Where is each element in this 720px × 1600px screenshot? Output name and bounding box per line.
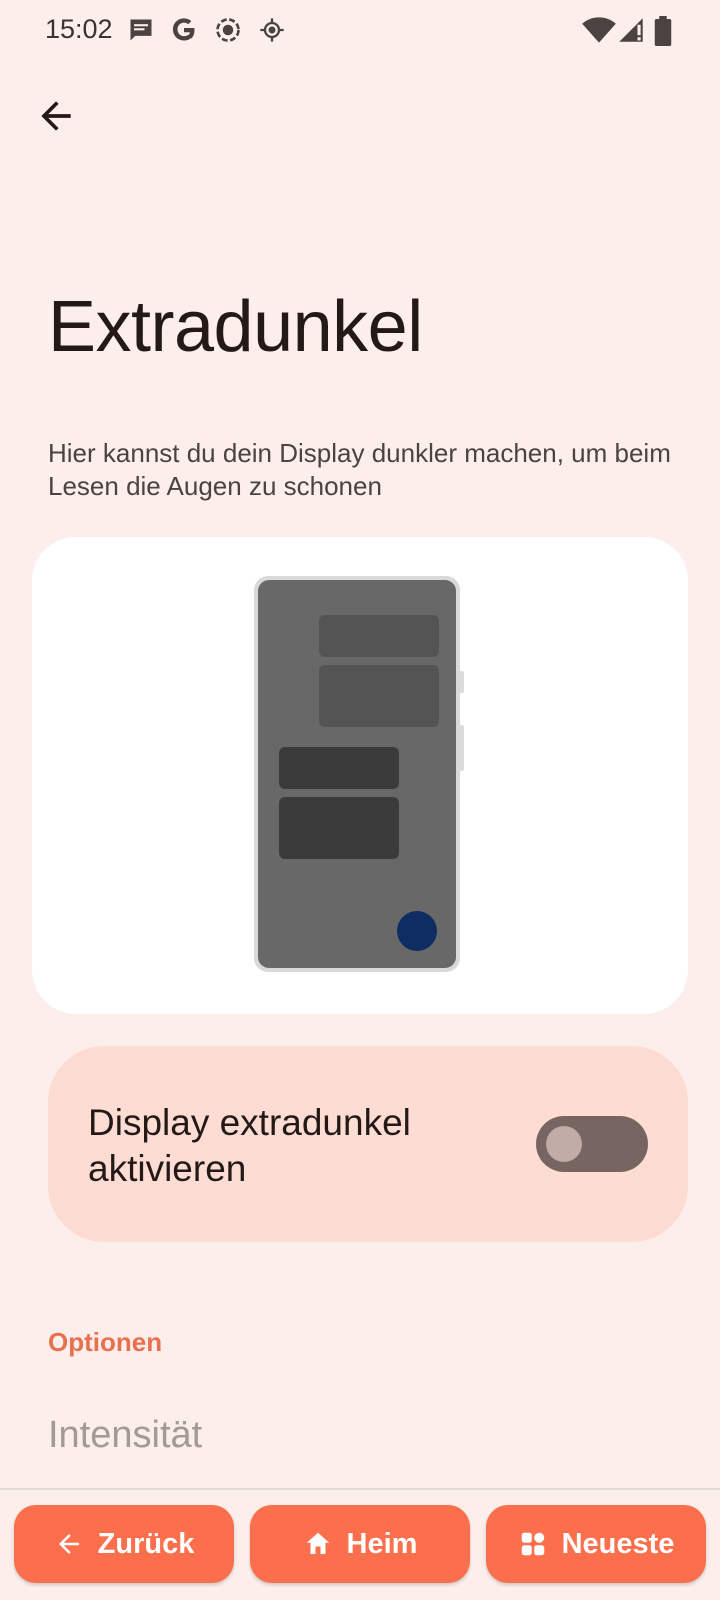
- options-section-header: Optionen: [48, 1327, 163, 1357]
- nav-home-label: Heim: [346, 1527, 418, 1560]
- message-icon: [130, 19, 152, 41]
- extra-dim-switch[interactable]: [536, 1116, 648, 1172]
- nav-home-button[interactable]: Heim: [250, 1505, 470, 1583]
- nav-recents-label: Neueste: [561, 1527, 675, 1560]
- arrow-left-icon: [58, 1534, 79, 1554]
- page-description: Hier kannst du dein Display dunkler mach…: [48, 438, 671, 501]
- phone-preview-illustration: [254, 576, 464, 972]
- page-title: Extradunkel: [48, 287, 423, 367]
- status-bar: 15:02: [0, 0, 720, 62]
- google-icon: [172, 18, 195, 41]
- status-time: 15:02: [45, 14, 113, 44]
- nav-back-button[interactable]: Zurück: [14, 1505, 234, 1583]
- toggle-label: Display extradunkel aktivieren: [88, 1102, 411, 1189]
- location-icon: [260, 18, 284, 42]
- nav-recents-button[interactable]: Neueste: [486, 1505, 706, 1583]
- preview-message-block: [319, 615, 439, 657]
- screen-record-icon: [216, 18, 240, 42]
- back-arrow-icon[interactable]: [34, 94, 78, 138]
- home-icon: [306, 1532, 329, 1554]
- nav-divider: [0, 1488, 720, 1490]
- preview-fab: [397, 911, 437, 951]
- battery-icon: [654, 16, 672, 46]
- preview-message-block: [319, 665, 439, 727]
- signal-icon: [619, 18, 643, 42]
- recents-grid-icon: [521, 1532, 544, 1556]
- nav-back-label: Zurück: [97, 1527, 195, 1560]
- extra-dim-toggle-row[interactable]: Display extradunkel aktivieren: [48, 1046, 688, 1242]
- wifi-icon: [582, 17, 616, 43]
- intensity-preference[interactable]: Intensität: [48, 1414, 202, 1457]
- preview-message-block: [279, 797, 399, 859]
- preview-message-block: [279, 747, 399, 789]
- switch-knob: [546, 1126, 582, 1162]
